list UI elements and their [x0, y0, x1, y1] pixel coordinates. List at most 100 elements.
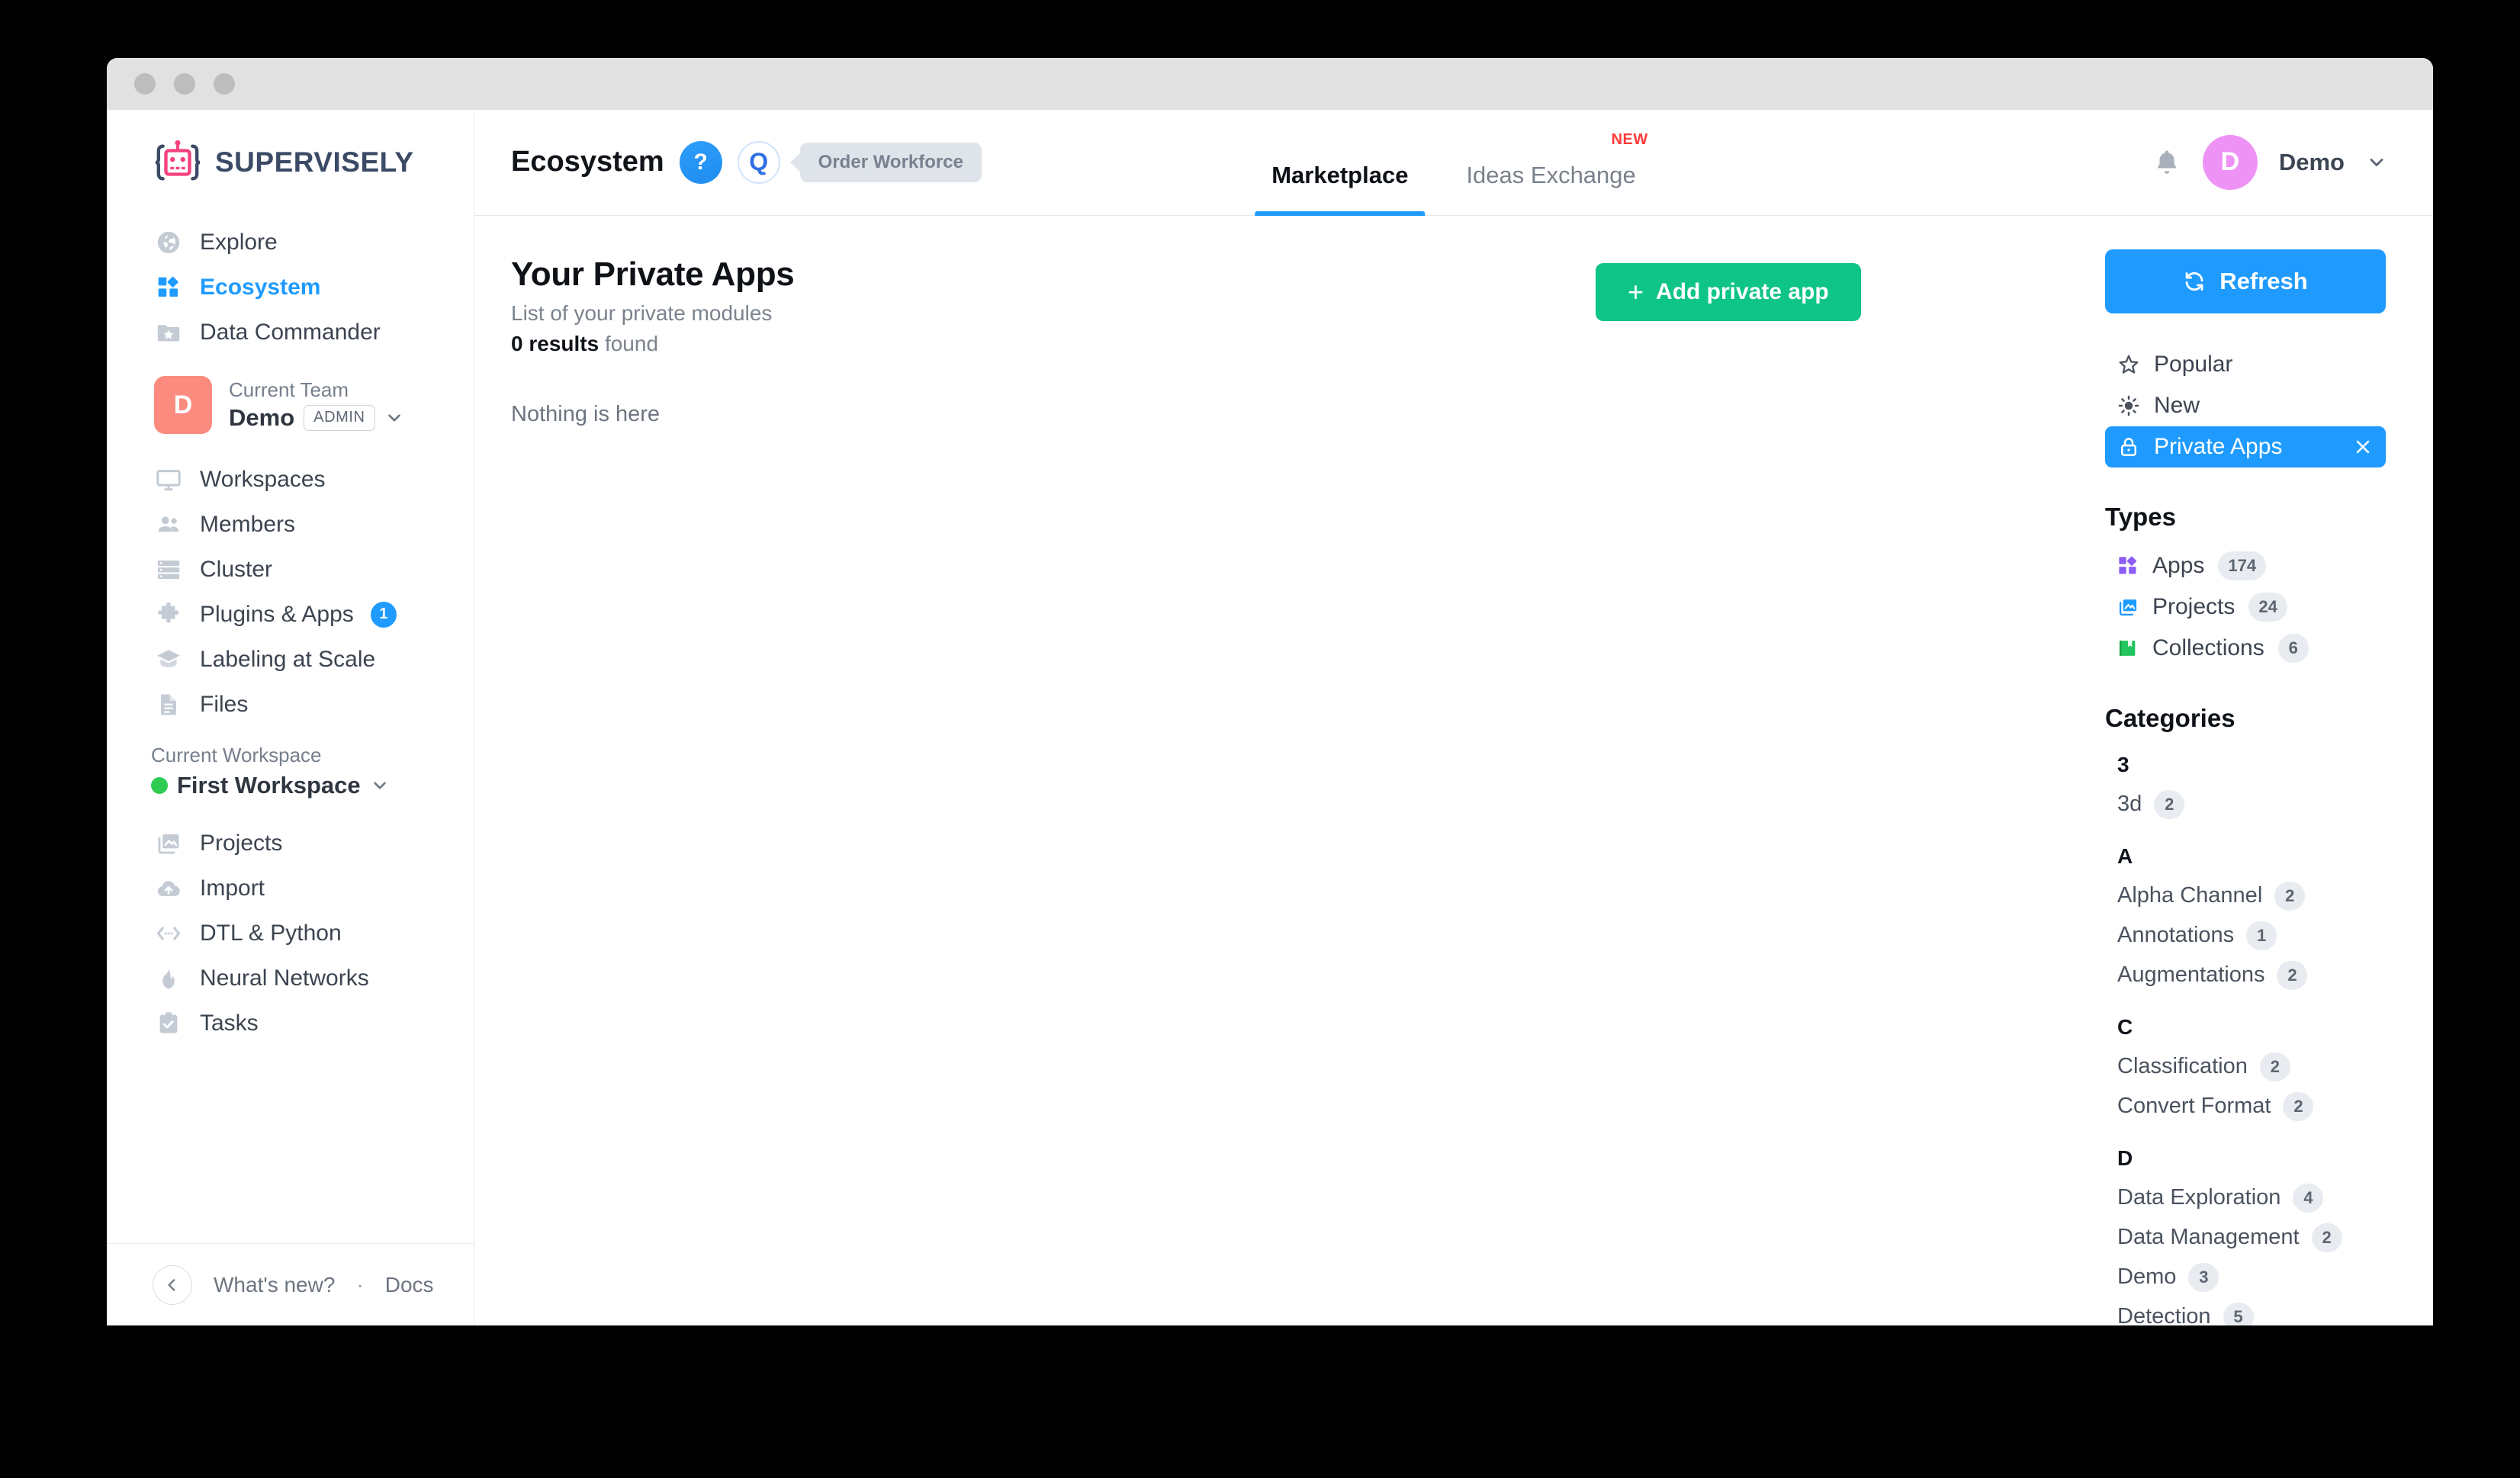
category-group-d: D Data Exploration 4 Data Management 2 D…: [2105, 1146, 2386, 1325]
private-apps-subtitle: List of your private modules: [511, 300, 773, 325]
category-item[interactable]: Convert Format 2: [2105, 1087, 2386, 1126]
filter-new[interactable]: New: [2105, 385, 2386, 426]
add-private-app-label: Add private app: [1656, 278, 1829, 304]
categories-heading: Categories: [2105, 703, 2236, 732]
category-item[interactable]: Annotations 1: [2105, 916, 2386, 956]
category-item[interactable]: Data Exploration 4: [2105, 1178, 2386, 1218]
chevron-left-icon[interactable]: [153, 1264, 192, 1305]
category-label: Augmentations: [2117, 962, 2265, 988]
category-count: 1: [2246, 921, 2277, 950]
help-button[interactable]: ?: [679, 140, 722, 184]
book-icon: [2117, 638, 2139, 659]
top-header-bar: Ecosystem ? Q Order Workforce Marketplac…: [474, 110, 2433, 216]
refresh-label: Refresh: [2219, 267, 2308, 294]
sidebar-item-tasks[interactable]: Tasks: [107, 1001, 474, 1046]
sidebar-item-label: DTL & Python: [200, 920, 342, 946]
workspace-status-dot: [151, 777, 168, 794]
type-apps[interactable]: Apps 174: [2105, 545, 2386, 586]
tab-marketplace[interactable]: Marketplace: [1255, 110, 1426, 216]
sidebar-item-label: Explore: [200, 229, 278, 255]
images-icon: [154, 829, 183, 858]
category-item[interactable]: Alpha Channel 2: [2105, 876, 2386, 916]
category-item[interactable]: Augmentations 2: [2105, 956, 2386, 995]
sidebar-item-labeling-at-scale[interactable]: Labeling at Scale: [107, 637, 474, 682]
filter-popular[interactable]: Popular: [2105, 344, 2386, 385]
current-workspace-name: First Workspace: [177, 772, 361, 798]
brand-logo[interactable]: SUPERVISELY: [107, 110, 474, 220]
type-collections[interactable]: Collections 6: [2105, 628, 2386, 669]
current-workspace-switcher[interactable]: Current Workspace First Workspace: [107, 727, 474, 807]
sidebar-item-files[interactable]: Files: [107, 682, 474, 727]
type-label: Apps: [2152, 552, 2205, 578]
type-label: Projects: [2152, 593, 2236, 619]
sidebar-item-explore[interactable]: Explore: [107, 220, 474, 265]
sidebar-item-neural-networks[interactable]: Neural Networks: [107, 956, 474, 1001]
category-count: 2: [2283, 1091, 2314, 1121]
refresh-button[interactable]: Refresh: [2105, 249, 2386, 313]
flame-icon: [154, 964, 183, 993]
graduation-icon: [154, 645, 183, 674]
maximize-traffic-light[interactable]: [214, 73, 235, 95]
category-label: Classification: [2117, 1054, 2248, 1079]
sidebar-item-members[interactable]: Members: [107, 502, 474, 547]
header-tabs: Marketplace Ideas Exchange NEW: [1255, 110, 1653, 216]
category-item[interactable]: Demo 3: [2105, 1258, 2386, 1297]
team-avatar: D: [154, 376, 212, 434]
whats-new-link[interactable]: What's new?: [214, 1273, 335, 1297]
category-letter: D: [2117, 1145, 2133, 1170]
category-item[interactable]: Data Management 2: [2105, 1218, 2386, 1258]
left-sidebar: SUPERVISELY Explore Ecosystem Data Comma…: [107, 110, 474, 1325]
category-label: Detection: [2117, 1304, 2211, 1325]
category-item[interactable]: Detection 5: [2105, 1297, 2386, 1325]
sidebar-item-label: Workspaces: [200, 466, 326, 492]
top-nav: Explore Ecosystem Data Commander: [107, 220, 474, 355]
close-traffic-light[interactable]: [134, 73, 156, 95]
category-group-c: C Classification 2 Convert Format 2: [2105, 1015, 2386, 1126]
chevron-down-icon[interactable]: [384, 408, 404, 428]
sidebar-item-cluster[interactable]: Cluster: [107, 547, 474, 592]
chevron-down-icon[interactable]: [370, 776, 390, 795]
sidebar-item-import[interactable]: Import: [107, 866, 474, 911]
add-private-app-button[interactable]: + Add private app: [1596, 262, 1861, 321]
category-item[interactable]: 3d 2: [2105, 785, 2386, 824]
order-workforce-button[interactable]: Order Workforce: [799, 142, 982, 182]
sidebar-item-label: Labeling at Scale: [200, 646, 376, 672]
sidebar-item-data-commander[interactable]: Data Commander: [107, 310, 474, 355]
plugins-count-badge: 1: [370, 601, 397, 628]
docs-link[interactable]: Docs: [385, 1273, 434, 1297]
quick-action-button[interactable]: Q: [737, 140, 780, 184]
sidebar-item-workspaces[interactable]: Workspaces: [107, 457, 474, 502]
tab-label: Marketplace: [1271, 161, 1409, 188]
page-title: Ecosystem: [511, 146, 664, 178]
sidebar-item-projects[interactable]: Projects: [107, 821, 474, 866]
type-count: 6: [2277, 633, 2309, 663]
category-group-3: 3 3d 2: [2105, 753, 2386, 824]
current-team-switcher[interactable]: D Current Team Demo ADMIN: [107, 355, 474, 457]
category-label: 3d: [2117, 792, 2142, 817]
filter-private-apps[interactable]: Private Apps: [2105, 426, 2386, 467]
results-count: 0 results: [511, 331, 599, 355]
app-root: SUPERVISELY Explore Ecosystem Data Comma…: [107, 110, 2433, 1325]
type-projects[interactable]: Projects 24: [2105, 586, 2386, 628]
sidebar-item-dtl-python[interactable]: DTL & Python: [107, 911, 474, 956]
category-label: Data Exploration: [2117, 1185, 2281, 1210]
sidebar-item-label: Files: [200, 691, 249, 717]
category-count: 2: [2154, 789, 2185, 819]
filter-rail: Refresh Popular New Private Apps Types A…: [2075, 216, 2433, 1325]
category-item[interactable]: Classification 2: [2105, 1047, 2386, 1087]
bell-icon[interactable]: [2152, 148, 2181, 177]
chevron-down-icon[interactable]: [2366, 152, 2387, 173]
sidebar-item-ecosystem[interactable]: Ecosystem: [107, 265, 474, 310]
avatar[interactable]: D: [2202, 134, 2258, 190]
content-area: Your Private Apps List of your private m…: [474, 216, 2075, 1325]
type-count: 174: [2218, 551, 2267, 580]
close-icon[interactable]: [2352, 436, 2374, 458]
tab-ideas-exchange[interactable]: Ideas Exchange NEW: [1449, 110, 1652, 215]
filter-label: Popular: [2154, 351, 2233, 377]
category-label: Annotations: [2117, 923, 2235, 948]
team-role-badge: ADMIN: [304, 404, 375, 431]
sidebar-item-plugins-apps[interactable]: Plugins & Apps 1: [107, 592, 474, 637]
workspace-nav: Projects Import DTL & Python Neural Netw…: [107, 821, 474, 1046]
minimize-traffic-light[interactable]: [174, 73, 195, 95]
